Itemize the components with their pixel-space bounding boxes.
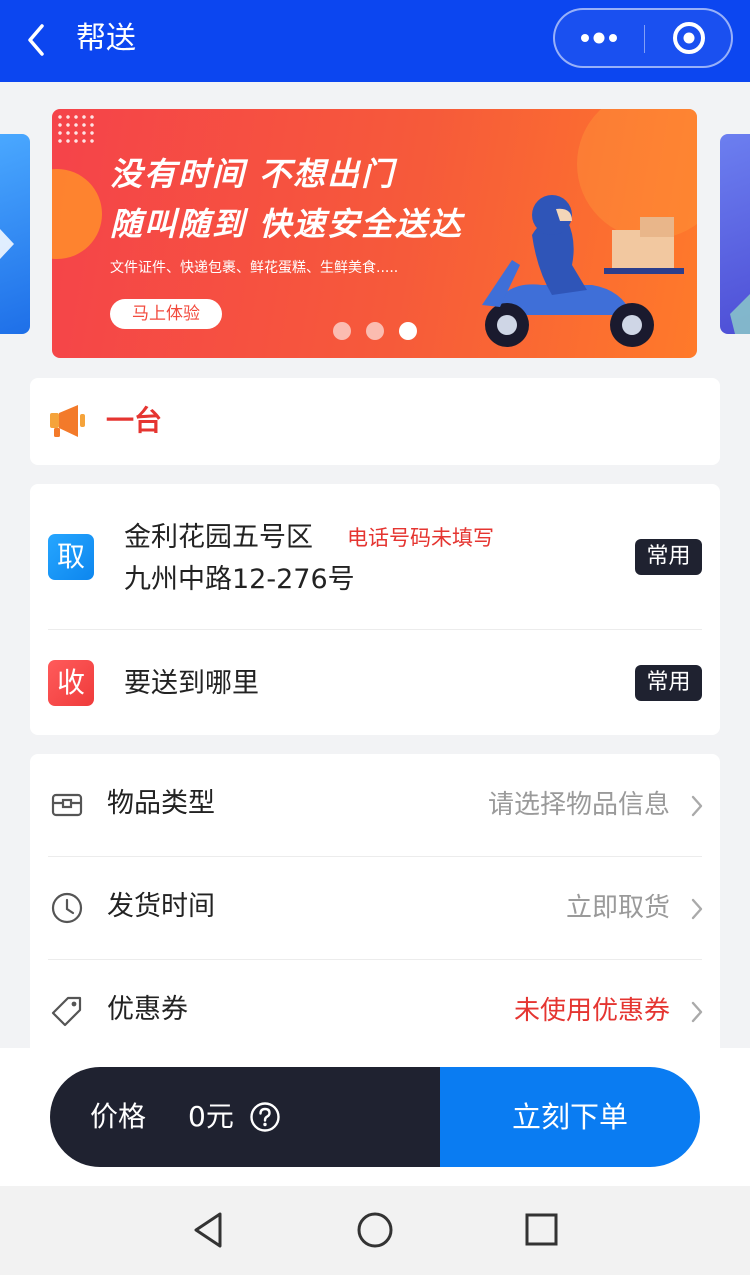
delivery-common-address-button[interactable]: 常用 <box>635 665 702 701</box>
address-card: 取 金利花园五号区 电话号码未填写 九州中路12-276号 常用 收 要送到哪里… <box>30 484 720 735</box>
more-dots-icon <box>581 32 617 44</box>
pickup-phone-warning: 电话号码未填写 <box>347 526 494 550</box>
order-bar: 价格 0元 立刻下单 <box>50 1067 700 1167</box>
coupon-label: 优惠券 <box>107 994 188 1025</box>
place-order-button[interactable]: 立刻下单 <box>440 1067 700 1167</box>
chevron-left-icon <box>28 24 44 56</box>
delivery-scooter-illustration <box>482 195 684 347</box>
page-title: 帮送 <box>76 21 136 56</box>
ship-time-label: 发货时间 <box>107 891 215 922</box>
delivery-badge: 收 <box>48 660 94 706</box>
carousel-dot[interactable] <box>366 322 384 340</box>
target-circle-icon <box>673 22 705 54</box>
divider <box>48 629 702 630</box>
home-circle-icon[interactable] <box>353 1210 397 1250</box>
pickup-address-name[interactable]: 金利花园五号区 <box>124 520 313 556</box>
pickup-common-address-button[interactable]: 常用 <box>635 539 702 575</box>
banner-next-card[interactable] <box>720 134 750 334</box>
banner-cta-button[interactable]: 马上体验 <box>110 299 222 329</box>
coupon-value: 未使用优惠券 <box>513 996 670 1026</box>
megaphone-icon <box>50 405 85 437</box>
item-type-value: 请选择物品信息 <box>487 790 670 820</box>
ship-time-row[interactable]: 发货时间 立即取货 <box>30 857 720 960</box>
recents-square-icon[interactable] <box>519 1210 563 1250</box>
pickup-address-detail[interactable]: 九州中路12-276号 <box>124 562 355 598</box>
carousel-dot[interactable] <box>333 322 351 340</box>
item-type-row[interactable]: 物品类型 请选择物品信息 <box>30 754 720 857</box>
notice-card[interactable]: 一台 <box>30 378 720 465</box>
question-circle-icon[interactable] <box>249 1101 281 1133</box>
package-icon <box>51 793 83 817</box>
banner-subtitle: 文件证件、快递包裹、鲜花蛋糕、生鲜美食..... <box>110 260 399 276</box>
more-button[interactable] <box>555 10 644 66</box>
chevron-right-icon <box>691 898 703 920</box>
notice-text: 一台 <box>106 404 163 437</box>
ship-time-value: 立即取货 <box>565 893 670 923</box>
pickup-badge: 取 <box>48 534 94 580</box>
banner-prev-card[interactable] <box>0 134 30 334</box>
system-navigation-bar <box>0 1186 750 1275</box>
banner-dot-pattern <box>56 113 96 143</box>
clock-icon <box>51 892 83 924</box>
banner-headline-2: 随叫随到 快速安全送达 <box>110 205 464 243</box>
back-button[interactable] <box>22 20 52 60</box>
delivery-address-input[interactable]: 要送到哪里 <box>124 666 259 702</box>
app-header: 帮送 <box>0 0 750 82</box>
close-miniprogram-button[interactable] <box>645 10 733 66</box>
order-options-card: 物品类型 请选择物品信息 发货时间 立即取货 优惠券 未使用优惠券 <box>30 754 720 1054</box>
banner-carousel[interactable]: 没有时间 不想出门 随叫随到 快速安全送达 文件证件、快递包裹、鲜花蛋糕、生鲜美… <box>0 82 750 372</box>
miniprogram-capsule <box>553 8 733 68</box>
carousel-dot-active[interactable] <box>399 322 417 340</box>
price-label: 价格 <box>90 1100 147 1133</box>
coupon-tag-icon <box>51 996 82 1027</box>
chevron-right-icon <box>691 1001 703 1023</box>
price-value: 0元 <box>188 1100 234 1133</box>
chevron-right-icon <box>691 795 703 817</box>
banner-headline-1: 没有时间 不想出门 <box>110 155 396 193</box>
back-triangle-icon[interactable] <box>186 1210 230 1250</box>
price-panel: 价格 0元 <box>50 1067 440 1167</box>
coupon-row[interactable]: 优惠券 未使用优惠券 <box>30 960 720 1054</box>
banner-decoration <box>52 169 102 259</box>
banner-slide[interactable]: 没有时间 不想出门 随叫随到 快速安全送达 文件证件、快递包裹、鲜花蛋糕、生鲜美… <box>52 109 697 358</box>
item-type-label: 物品类型 <box>107 788 215 819</box>
